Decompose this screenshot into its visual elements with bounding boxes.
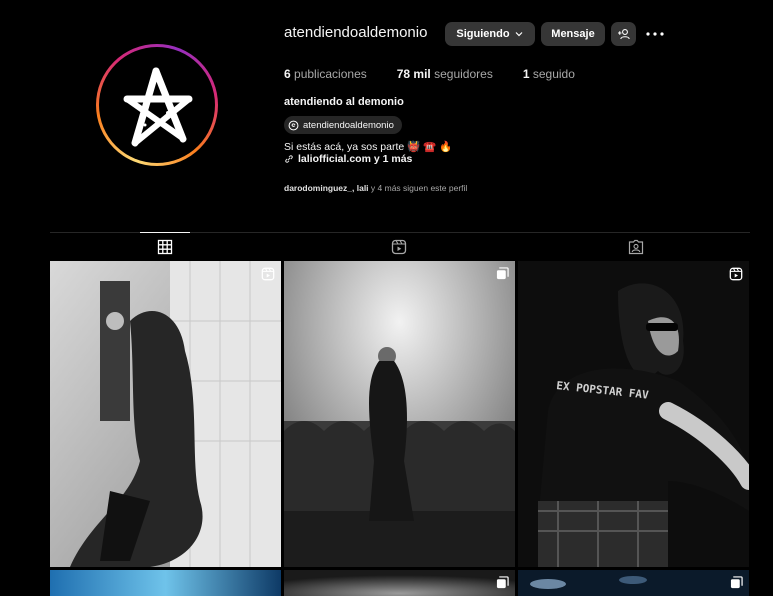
profile-full-name: atendiendo al demonio <box>284 96 404 108</box>
following-button[interactable]: Siguiendo <box>445 22 535 46</box>
message-button[interactable]: Mensaje <box>541 22 605 46</box>
profile-link[interactable]: laliofficial.com y 1 más <box>284 153 412 165</box>
link-icon <box>285 155 293 163</box>
threads-handle: atendiendoaldemonio <box>303 119 394 131</box>
chevron-down-icon <box>515 32 523 37</box>
carousel-icon <box>730 576 743 589</box>
posts-stat: 6 publicaciones <box>284 67 367 81</box>
profile-stats: 6 publicaciones 78 mil seguidores 1 segu… <box>284 67 605 81</box>
tab-tagged[interactable] <box>611 233 661 261</box>
post-tile[interactable] <box>284 570 515 596</box>
following-count: 1 <box>522 67 530 81</box>
posts-label: publicaciones <box>290 67 367 81</box>
profile-tabs <box>50 232 750 261</box>
following-button-label: Siguiendo <box>456 28 510 40</box>
followers-label: seguidores <box>430 67 493 81</box>
profile-link-text: laliofficial.com y 1 más <box>298 153 413 165</box>
message-button-label: Mensaje <box>551 28 595 40</box>
followers-count: 78 mil <box>396 67 431 81</box>
followed-by[interactable]: darodominguez_, lali y 4 más siguen este… <box>284 183 467 193</box>
profile-avatar[interactable] <box>96 44 218 166</box>
more-dots-icon <box>646 32 664 36</box>
post-tile[interactable] <box>50 570 281 596</box>
avatar-logo <box>99 47 215 163</box>
post-photo <box>284 261 515 567</box>
reels-icon <box>391 239 407 255</box>
post-tile[interactable] <box>284 261 515 567</box>
suggested-users-button[interactable] <box>611 22 636 46</box>
profile-bio: Si estás acá, ya sos parte 👹 ☎️ 🔥 <box>284 141 453 153</box>
reel-icon <box>261 267 275 281</box>
followed-by-names: darodominguez_, lali <box>284 183 369 193</box>
carousel-icon <box>496 576 509 589</box>
post-tile[interactable] <box>518 570 749 596</box>
tagged-icon <box>628 239 644 255</box>
post-photo <box>50 261 281 567</box>
profile-username: atendiendoaldemonio <box>284 24 428 41</box>
star-logo-icon <box>123 67 193 147</box>
posts-count: 6 <box>284 67 291 81</box>
grid-icon <box>157 239 173 255</box>
threads-badge[interactable]: atendiendoaldemonio <box>284 116 402 134</box>
following-label: seguido <box>529 67 575 81</box>
followed-by-suffix: y 4 más siguen este perfil <box>368 183 468 193</box>
post-photo <box>518 570 749 596</box>
post-photo <box>50 570 281 596</box>
tab-posts[interactable] <box>140 232 190 261</box>
post-tile[interactable]: EX POPSTAR FAV <box>518 261 749 567</box>
following-stat[interactable]: 1 seguido <box>523 67 575 81</box>
post-tile[interactable] <box>50 261 281 567</box>
post-photo: EX POPSTAR FAV <box>518 261 749 567</box>
add-person-icon <box>617 29 630 40</box>
tab-reels[interactable] <box>374 233 424 261</box>
post-photo <box>284 570 515 596</box>
followers-stat[interactable]: 78 mil seguidores <box>397 67 493 81</box>
reel-icon <box>729 267 743 281</box>
more-options-button[interactable] <box>645 22 665 46</box>
carousel-icon <box>496 267 509 280</box>
threads-icon <box>288 120 299 130</box>
